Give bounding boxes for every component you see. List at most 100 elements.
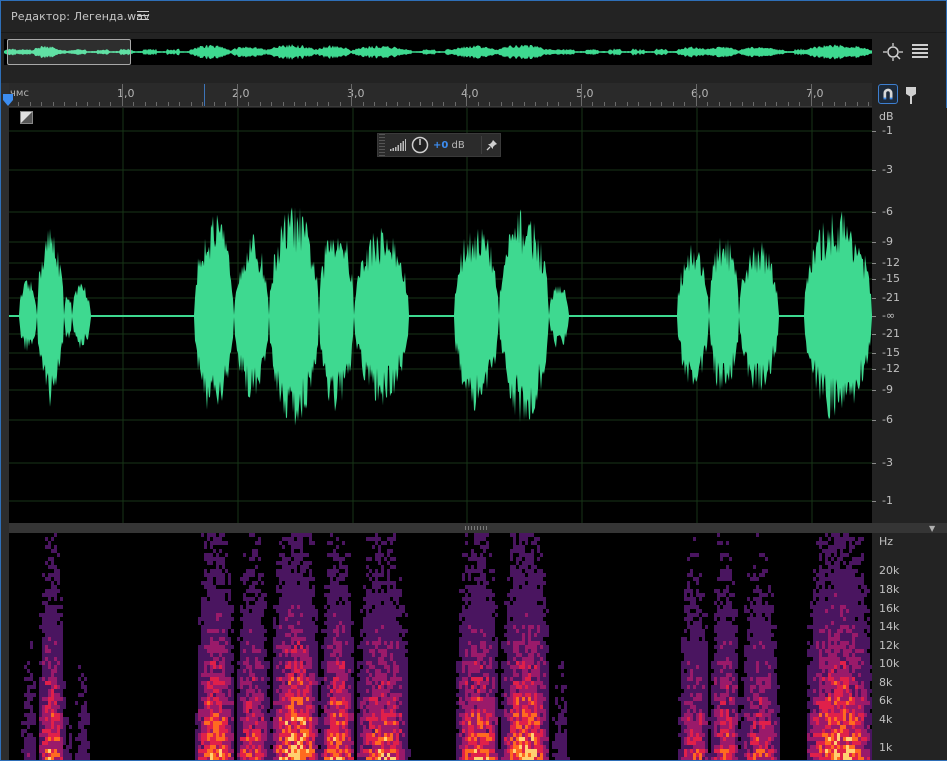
time-ruler[interactable]: чмс 1,0 2,0 3,0 4,0 5,0 6,0 7,0 xyxy=(9,83,872,107)
amplitude-scale[interactable]: dB -1 -3 -6 -9 -12 -15 -21 -∞ -21 -15 -12 -9 -6 -3 -1 xyxy=(872,108,947,523)
spectrogram-cell xyxy=(471,689,474,693)
volume-value-field[interactable]: +0 dB xyxy=(433,140,465,151)
spectrogram-cell xyxy=(333,637,336,641)
spectrogram-cell xyxy=(492,705,495,709)
spectrogram-cell xyxy=(366,661,369,665)
spectrogram-cell xyxy=(381,649,384,653)
spectrogram-cell xyxy=(309,697,312,701)
spectrogram-cell xyxy=(372,625,375,629)
spectrogram-cell xyxy=(483,673,486,677)
spectrogram-cell xyxy=(525,677,528,681)
spectrogram-cell xyxy=(222,645,225,649)
spectrogram-cell xyxy=(249,697,252,701)
spectrogram-cell xyxy=(363,637,366,641)
spectrogram-cell xyxy=(489,689,492,693)
hud-grip[interactable] xyxy=(379,134,385,156)
spectrogram-cell xyxy=(489,725,492,729)
waveform-spectral-divider[interactable]: ▼ xyxy=(9,523,947,533)
spectrogram-cell xyxy=(213,689,216,693)
spectrogram-cell xyxy=(24,749,27,753)
spectrogram-cell xyxy=(30,721,33,725)
spectrogram-cell xyxy=(528,709,531,713)
spectrogram-cell xyxy=(540,633,543,637)
spectrogram-cell xyxy=(246,753,249,757)
spectrogram-cell xyxy=(210,561,213,565)
spectrogram-cell xyxy=(231,669,234,673)
overview-waveform[interactable] xyxy=(4,39,872,65)
spectrogram-cell xyxy=(489,717,492,721)
spectrogram-cell xyxy=(465,665,468,669)
spectrogram-cell xyxy=(345,713,348,717)
spectrogram-cell xyxy=(210,717,213,721)
spectrogram-cell xyxy=(225,589,228,593)
spectrogram-cell xyxy=(375,697,378,701)
spectrogram-cell xyxy=(483,581,486,585)
spectrogram-cell xyxy=(306,749,309,753)
spectrogram-cell xyxy=(471,593,474,597)
playhead-icon[interactable] xyxy=(2,94,14,108)
channel-toggle-icon[interactable] xyxy=(20,111,33,124)
spectrogram-cell xyxy=(378,661,381,665)
spectrogram-cell xyxy=(492,641,495,645)
spectrogram-cell xyxy=(48,565,51,569)
spectrogram-cell xyxy=(363,709,366,713)
spectrogram-cell xyxy=(480,585,483,589)
spectrogram-cell xyxy=(312,685,315,689)
magnet-icon[interactable] xyxy=(878,84,898,104)
spectrogram-cell xyxy=(222,649,225,653)
spectrogram-cell xyxy=(372,641,375,645)
spectrogram-cell xyxy=(216,693,219,697)
spectrogram-cell xyxy=(309,693,312,697)
spectrogram-cell xyxy=(390,641,393,645)
spectrogram-cell xyxy=(45,665,48,669)
spectrogram-cell xyxy=(255,709,258,713)
spectrogram-cell xyxy=(42,757,45,760)
spectrogram-cell xyxy=(528,577,531,581)
spectrogram-cell xyxy=(225,733,228,737)
pin-icon[interactable] xyxy=(486,139,498,151)
spectrogram-cell xyxy=(471,701,474,705)
spectrogram-cell xyxy=(243,621,246,625)
chevron-down-icon[interactable]: ▼ xyxy=(929,524,935,533)
spectrogram-cell xyxy=(339,645,342,649)
spectrogram-cell xyxy=(294,633,297,637)
spectrogram-cell xyxy=(219,569,222,573)
spectrogram-cell xyxy=(477,665,480,669)
spectrogram-cell xyxy=(402,649,405,653)
spectrogram-cell xyxy=(279,709,282,713)
panel-menu-icon[interactable] xyxy=(912,44,928,58)
spectrogram-cell xyxy=(501,693,504,697)
spectrogram-cell xyxy=(57,665,60,669)
spectrogram-cell xyxy=(300,625,303,629)
spectrogram-cell xyxy=(528,629,531,633)
spectrogram-cell xyxy=(264,669,267,673)
marker-pin-icon[interactable] xyxy=(905,86,917,104)
spectrogram-cell xyxy=(471,737,474,741)
spectrogram-cell xyxy=(504,745,507,749)
spectrogram-cell xyxy=(369,597,372,601)
spectrogram-cell xyxy=(519,689,522,693)
spectrogram-cell xyxy=(522,637,525,641)
spectrogram-cell xyxy=(378,741,381,745)
spectrogram-cell xyxy=(471,725,474,729)
spectral-frequency-display[interactable] xyxy=(9,533,872,760)
waveform-display[interactable] xyxy=(9,108,872,523)
spectrogram-cell xyxy=(501,685,504,689)
spectrogram-cell xyxy=(321,713,324,717)
spectrogram-cell xyxy=(387,633,390,637)
spectrogram-cell xyxy=(291,617,294,621)
overview-visible-range-handle[interactable] xyxy=(7,39,131,65)
volume-knob-icon[interactable] xyxy=(411,136,429,154)
spectrogram-cell xyxy=(459,689,462,693)
spectrogram-cell xyxy=(366,709,369,713)
spectrogram-cell xyxy=(480,637,483,641)
spectrogram-cell xyxy=(387,653,390,657)
spectrogram-cell xyxy=(204,753,207,757)
zoom-navigator-icon[interactable] xyxy=(882,42,904,62)
spectrogram-cell xyxy=(306,705,309,709)
spectrogram-cell xyxy=(480,633,483,637)
spectrogram-cell xyxy=(357,757,360,760)
spectrogram-cell xyxy=(333,641,336,645)
spectrogram-cell xyxy=(489,713,492,717)
hamburger-icon[interactable] xyxy=(137,11,149,21)
